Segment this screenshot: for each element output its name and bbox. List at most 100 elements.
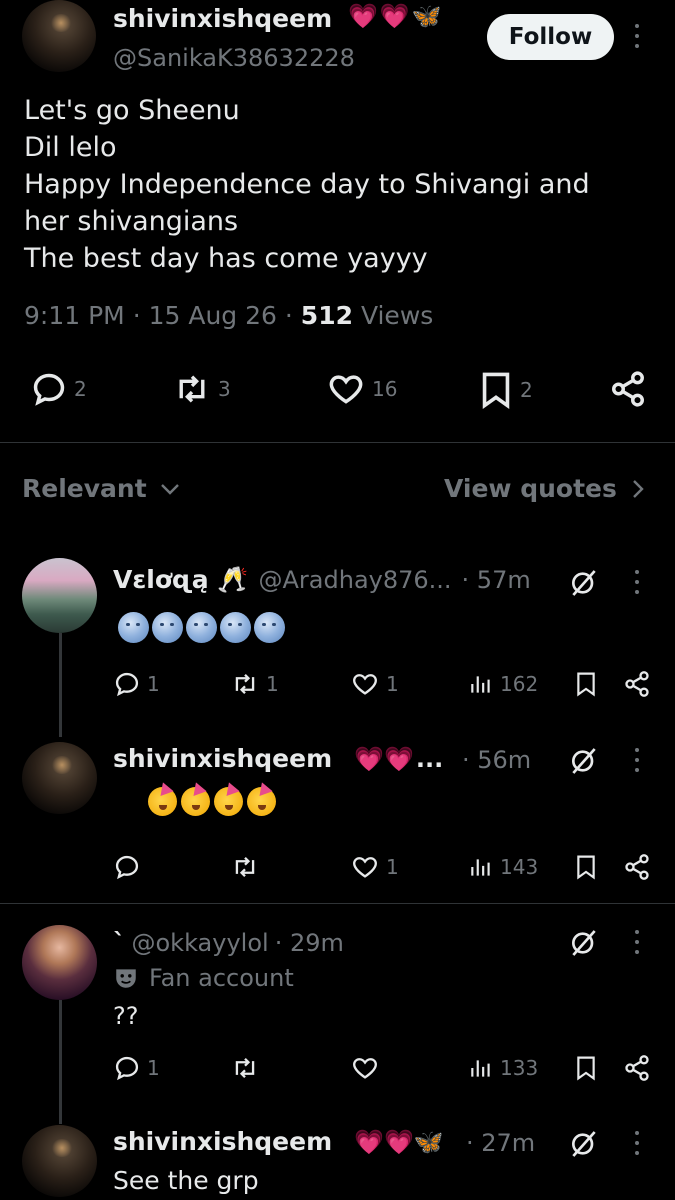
- bookmark-button[interactable]: [574, 853, 598, 881]
- tweet-date[interactable]: 15 Aug 26: [149, 301, 277, 330]
- repost-button[interactable]: 3: [172, 370, 231, 408]
- heart-icon: [329, 375, 363, 404]
- full-moon-face-icon: [186, 612, 217, 643]
- name-emoji-badges: 💗 💗 🦋: [348, 2, 442, 30]
- sort-replies-dropdown[interactable]: Relevant: [22, 474, 181, 503]
- reply-display-name[interactable]: shivinxishqeem: [113, 744, 332, 773]
- tweet-time[interactable]: 9:11 PM: [24, 301, 125, 330]
- analytics-icon: [471, 1060, 490, 1077]
- bookmark-icon: [577, 672, 595, 697]
- repost-button[interactable]: [230, 1054, 266, 1082]
- sort-label: Relevant: [22, 474, 147, 503]
- reply-button[interactable]: 1: [113, 1054, 160, 1082]
- more-options-icon[interactable]: [632, 24, 642, 52]
- reply-count: 1: [147, 672, 160, 696]
- more-options-icon[interactable]: [632, 748, 642, 776]
- repost-icon: [235, 856, 255, 878]
- more-options-icon[interactable]: [632, 570, 642, 598]
- reply-handle[interactable]: @okkayylol: [132, 929, 269, 957]
- reply-display-name[interactable]: shivinxishqeem: [113, 1127, 332, 1156]
- like-button[interactable]: 1: [350, 670, 399, 698]
- follow-button[interactable]: Follow: [487, 14, 614, 60]
- reply-button[interactable]: 2: [30, 370, 87, 408]
- grok-icon[interactable]: [568, 927, 600, 959]
- bookmark-icon: [577, 855, 595, 880]
- views-button[interactable]: 162: [468, 670, 538, 698]
- view-quotes-label: View quotes: [444, 474, 617, 503]
- more-options-icon[interactable]: [632, 1131, 642, 1159]
- repost-button[interactable]: 1: [230, 670, 279, 698]
- analytics-icon: [471, 676, 490, 693]
- views-count: 133: [500, 1056, 539, 1080]
- grok-icon[interactable]: [568, 567, 600, 599]
- reply-text: See the grp: [113, 1166, 259, 1195]
- grok-icon[interactable]: [568, 745, 600, 777]
- reply-display-name[interactable]: `: [113, 928, 126, 957]
- share-button[interactable]: [609, 370, 647, 408]
- view-quotes-link[interactable]: View quotes: [444, 474, 645, 503]
- like-button[interactable]: 1: [350, 853, 399, 881]
- chevron-down-icon: [160, 483, 179, 495]
- views-count: 143: [500, 855, 539, 879]
- reply-display-name[interactable]: ᐯɛlơɋą 🥂: [113, 565, 249, 595]
- repost-count: 3: [218, 377, 231, 401]
- like-count: 1: [386, 855, 399, 879]
- thread-line: [59, 1000, 62, 1124]
- tweet-text-line: Happy Independence day to Shivangi and: [24, 169, 590, 200]
- divider: [0, 442, 675, 443]
- reply-avatar[interactable]: [22, 925, 97, 1000]
- bookmark-icon: [482, 372, 510, 410]
- repost-button[interactable]: [230, 853, 266, 881]
- main-tweet-handle[interactable]: @SanikaK38632228: [113, 44, 355, 72]
- reply-avatar[interactable]: [22, 1125, 97, 1197]
- repost-count: 1: [266, 672, 279, 696]
- reply-time[interactable]: · 57m: [462, 566, 531, 594]
- reply-avatar[interactable]: [22, 742, 97, 814]
- heart-emoji-icon: 💗: [348, 2, 378, 30]
- bookmark-button[interactable]: [574, 670, 598, 698]
- theater-mask-icon: [116, 969, 136, 988]
- views-button[interactable]: 133: [468, 1054, 538, 1082]
- tweet-text-line: Let's go Sheenu: [24, 95, 240, 126]
- repost-icon: [235, 673, 255, 695]
- chevron-right-icon: [633, 479, 644, 498]
- heart-emoji-icon: 💗: [384, 744, 414, 773]
- divider: [0, 903, 675, 904]
- heart-emoji-icon: 💗: [384, 1127, 414, 1156]
- like-count: 16: [372, 377, 398, 401]
- main-tweet-display-name[interactable]: shivinxishqeem: [113, 4, 332, 33]
- reply-button[interactable]: [113, 853, 147, 881]
- thread-line: [59, 633, 62, 737]
- more-options-icon[interactable]: [632, 930, 642, 958]
- views-count[interactable]: 512: [301, 301, 353, 330]
- full-moon-face-icon: [254, 612, 285, 643]
- reply-time[interactable]: · 56m: [462, 746, 531, 774]
- views-button[interactable]: 143: [468, 853, 538, 881]
- name-truncation: ...: [415, 744, 444, 773]
- tweet-meta: 9:11 PM · 15 Aug 26 · 512 Views: [24, 301, 433, 330]
- badge-label: Fan account: [149, 964, 294, 992]
- bookmark-button[interactable]: [574, 1054, 598, 1082]
- full-moon-face-icon: [220, 612, 251, 643]
- partying-face-icon: [247, 787, 276, 816]
- share-button[interactable]: [623, 853, 651, 881]
- reply-button[interactable]: 1: [113, 670, 160, 698]
- reply-time[interactable]: · 29m: [275, 929, 344, 957]
- heart-icon: [353, 1058, 377, 1079]
- grok-icon[interactable]: [568, 1128, 600, 1160]
- bookmark-button[interactable]: 2: [478, 370, 533, 410]
- share-icon: [625, 671, 649, 697]
- views-count: 162: [500, 672, 539, 696]
- reply-handle[interactable]: @Aradhay876...: [259, 566, 452, 594]
- tweet-text-line: her shivangians: [24, 206, 239, 237]
- like-button[interactable]: 16: [326, 370, 397, 408]
- share-button[interactable]: [623, 670, 651, 698]
- share-button[interactable]: [623, 1054, 651, 1082]
- reply-avatar[interactable]: [22, 558, 97, 633]
- tweet-text-line: The best day has come yayyy: [24, 243, 428, 274]
- like-button[interactable]: [350, 1054, 386, 1082]
- butterfly-emoji-icon: 🦋: [411, 2, 442, 30]
- reply-time[interactable]: · 27m: [466, 1129, 535, 1157]
- heart-emoji-icon: 💗: [379, 2, 410, 30]
- main-tweet-avatar[interactable]: [22, 0, 96, 72]
